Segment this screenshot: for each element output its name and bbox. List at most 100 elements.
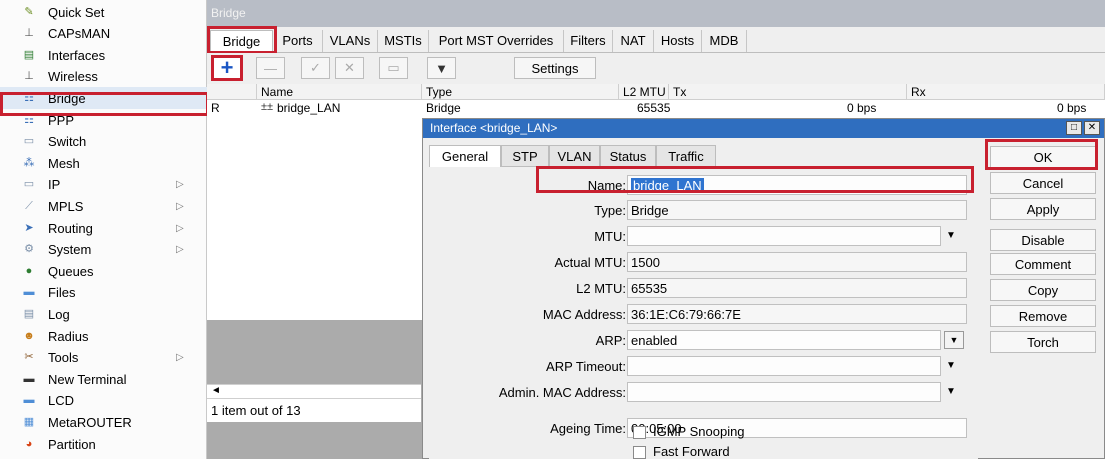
minus-icon: — — [264, 60, 277, 76]
sidebar-item-label: Tools — [48, 350, 79, 366]
sidebar-item-log[interactable]: ▤ Log — [0, 303, 207, 325]
interface-dialog: Interface <bridge_LAN> □ ✕ General STP V… — [422, 118, 1105, 459]
sidebar-item-mpls[interactable]: ⟋ MPLS ▷ — [0, 195, 207, 217]
admin-mac-dropdown-icon[interactable]: ▼ — [946, 386, 956, 397]
sidebar-item-routing[interactable]: ➤ Routing ▷ — [0, 217, 207, 239]
column-tx[interactable]: Tx — [669, 84, 907, 100]
sidebar-item-interfaces[interactable]: ▤ Interfaces — [0, 44, 207, 66]
row-rx: 0 bps — [1057, 101, 1087, 115]
sidebar-item-tools[interactable]: ✂ Tools ▷ — [0, 347, 207, 369]
copy-button[interactable]: Copy — [990, 279, 1096, 301]
remove-button[interactable]: Remove — [990, 305, 1096, 327]
mtu-label: MTU: — [594, 229, 626, 244]
torch-button[interactable]: Torch — [990, 331, 1096, 353]
sidebar-item-label: Files — [48, 285, 76, 301]
sidebar-menu: ✎ Quick Set ⊥ CAPsMAN ▤ Interfaces ⊥ Wireless ⚏ B… — [0, 0, 209, 459]
fast-forward-checkbox[interactable] — [633, 446, 646, 459]
submenu-arrow-icon: ▷ — [176, 200, 184, 212]
tab-mstis[interactable]: MSTIs — [378, 30, 429, 52]
table-row[interactable]: R ±± bridge_LAN Bridge 65535 0 bps 0 bps — [207, 100, 1105, 116]
column-l2mtu[interactable]: L2 MTU — [619, 84, 669, 100]
arp-label: ARP: — [595, 333, 626, 348]
table-header: Name Type L2 MTU Tx Rx — [207, 84, 1105, 100]
ageing-label: Ageing Time: — [550, 421, 626, 436]
quick-set-icon: ✎ — [24, 5, 34, 18]
sidebar-item-capsman[interactable]: ⊥ CAPsMAN — [0, 23, 207, 45]
cancel-button[interactable]: Cancel — [990, 172, 1096, 194]
arp-timeout-label: ARP Timeout: — [546, 359, 626, 374]
sidebar-item-mesh[interactable]: ⁂ Mesh — [0, 152, 207, 174]
maximize-icon[interactable]: □ — [1066, 121, 1082, 135]
item-count: 1 item out of 13 — [211, 403, 301, 418]
sidebar-item-ip[interactable]: ▭ IP ▷ — [0, 174, 207, 196]
remove-button[interactable]: — — [256, 57, 285, 79]
sidebar-item-switch[interactable]: ▭ Switch — [0, 131, 207, 153]
column-rx[interactable]: Rx — [907, 84, 1105, 100]
sidebar-item-system[interactable]: ⚙ System ▷ — [0, 239, 207, 261]
sidebar-item-new-terminal[interactable]: ▬ New Terminal — [0, 368, 207, 390]
log-icon: ▤ — [23, 307, 35, 320]
dialog-title: Interface <bridge_LAN> — [423, 119, 1104, 138]
tab-hosts[interactable]: Hosts — [654, 30, 702, 52]
add-button[interactable]: + — [211, 55, 243, 81]
bridge-menu-highlight — [0, 92, 209, 116]
routing-icon: ➤ — [24, 221, 34, 234]
arp-timeout-field[interactable] — [627, 356, 941, 376]
column-name[interactable]: Name — [257, 84, 422, 100]
interfaces-icon: ▤ — [23, 48, 35, 61]
submenu-arrow-icon: ▷ — [176, 352, 184, 364]
sidebar-item-metarouter[interactable]: ▦ MetaROUTER — [0, 411, 207, 433]
comment-button[interactable]: Comment — [990, 253, 1096, 275]
sidebar-item-label: Queues — [48, 263, 94, 279]
close-icon[interactable]: ✕ — [1084, 121, 1100, 135]
filter-button[interactable]: ▼ — [427, 57, 456, 79]
tab-filters[interactable]: Filters — [564, 30, 613, 52]
tab-status[interactable]: Status — [600, 145, 656, 167]
mac-row: MAC Address: 36:1E:C6:79:66:7E — [429, 304, 978, 326]
admin-mac-row: Admin. MAC Address: ▼ — [429, 382, 978, 404]
row-flag: R — [211, 101, 220, 115]
enable-button[interactable]: ✓ — [301, 57, 330, 79]
settings-button[interactable]: Settings — [514, 57, 596, 79]
tab-vlans[interactable]: VLANs — [323, 30, 378, 52]
sidebar-item-quick-set[interactable]: ✎ Quick Set — [0, 1, 207, 23]
actual-mtu-label: Actual MTU: — [554, 255, 626, 270]
tab-mdb[interactable]: MDB — [702, 30, 747, 52]
filter-icon: ▼ — [435, 60, 448, 76]
column-type[interactable]: Type — [422, 84, 619, 100]
scroll-left-icon[interactable]: ◄ — [207, 385, 421, 399]
mtu-field[interactable] — [627, 226, 941, 246]
sidebar-item-wireless[interactable]: ⊥ Wireless — [0, 66, 207, 88]
sidebar-item-files[interactable]: ▬ Files — [0, 282, 207, 304]
apply-button[interactable]: Apply — [990, 198, 1096, 220]
radius-icon: ☻ — [23, 329, 35, 342]
admin-mac-label: Admin. MAC Address: — [498, 385, 626, 400]
tab-traffic[interactable]: Traffic — [656, 145, 716, 167]
tab-ports[interactable]: Ports — [273, 30, 323, 52]
disable-button[interactable]: ✕ — [335, 57, 364, 79]
sidebar-item-lcd[interactable]: ▬ LCD — [0, 390, 207, 412]
l2mtu-label: L2 MTU: — [576, 281, 626, 296]
tab-nat[interactable]: NAT — [613, 30, 654, 52]
tab-port-mst-overrides[interactable]: Port MST Overrides — [429, 30, 564, 52]
arp-dropdown-icon[interactable]: ▼ — [944, 331, 964, 349]
sidebar-item-queues[interactable]: ● Queues — [0, 260, 207, 282]
igmp-snooping-checkbox[interactable] — [633, 426, 646, 439]
wireless-icon: ⊥ — [24, 70, 34, 83]
sidebar-item-radius[interactable]: ☻ Radius — [0, 325, 207, 347]
bridge-tab-highlight — [207, 26, 277, 54]
disable-button[interactable]: Disable — [990, 229, 1096, 251]
arp-timeout-dropdown-icon[interactable]: ▼ — [946, 360, 956, 371]
tab-vlan[interactable]: VLAN — [549, 145, 600, 167]
arp-select[interactable]: enabled — [627, 330, 941, 350]
comment-button[interactable]: ▭ — [379, 57, 408, 79]
tab-general[interactable]: General — [429, 145, 501, 168]
mtu-row: MTU: ▼ — [429, 226, 978, 248]
sidebar-item-partition[interactable]: ◕ Partition — [0, 433, 207, 455]
tab-stp[interactable]: STP — [501, 145, 549, 167]
mtu-dropdown-icon[interactable]: ▼ — [946, 230, 956, 241]
admin-mac-field[interactable] — [627, 382, 941, 402]
system-icon: ⚙ — [24, 243, 34, 256]
sidebar-item-label: IP — [48, 177, 61, 193]
sidebar-item-label: Quick Set — [48, 4, 105, 20]
